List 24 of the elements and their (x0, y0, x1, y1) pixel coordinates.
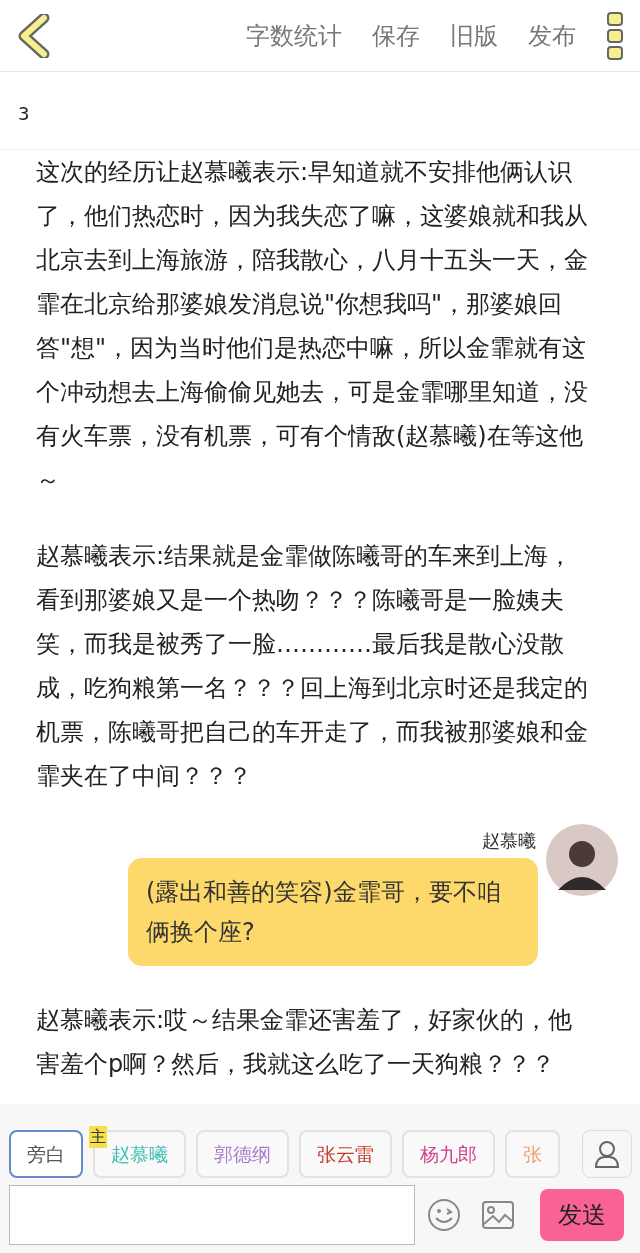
chapter-number: 3 (0, 72, 640, 150)
emoji-icon[interactable] (427, 1198, 461, 1232)
person-button[interactable] (582, 1130, 632, 1178)
role-tab[interactable]: 旁白 (9, 1130, 83, 1178)
person-icon (594, 1139, 620, 1169)
main-badge: 主 (89, 1126, 107, 1148)
role-tab[interactable]: 杨九郎 (402, 1130, 495, 1178)
role-tab[interactable]: 张云雷 (299, 1130, 392, 1178)
narration-text: 赵慕曦表示:哎～结果金霏还害羞了，好家伙的，他害羞个p啊？然后，我就这么吃了一天狗粮？？？ (35, 1005, 574, 1080)
speaker-name: 赵慕曦 (482, 829, 536, 853)
avatar (546, 824, 618, 896)
send-button[interactable]: 发送 (540, 1189, 624, 1241)
image-icon[interactable] (481, 1200, 515, 1230)
role-tab[interactable]: 郭德纲 (196, 1130, 289, 1178)
toolbar-action[interactable]: 保存 (372, 17, 420, 54)
narration-text: 赵慕曦表示:结果就是金霏做陈曦哥的车来到上海，看到那婆娘又是一个热吻？？？陈曦哥是一脸姨夫笑，而我是被秀了一脸…………最后我是散心没散成，吃狗粮第一名？？？回上海到北京时还是我定的机票，陈曦哥把自己的车开走了，而我被那婆娘和金霏夹在了中间？？？ (35, 541, 589, 792)
toolbar-action[interactable]: 发布 (528, 17, 576, 54)
message-input[interactable] (9, 1185, 415, 1245)
back-icon[interactable] (16, 13, 50, 58)
menu-icon[interactable] (606, 10, 624, 61)
speech-bubble: (露出和善的笑容)金霏哥，要不咱俩换个座? (128, 858, 538, 966)
narration-text: 这次的经历让赵慕曦表示:早知道就不安排他俩认识了，他们热恋时，因为我失恋了嘛，这婆娘就和我从北京去到上海旅游，陪我散心，八月十五头一天，金霏在北京给那婆娘发消息说"你想我吗"，那婆娘回答"想"，因为当时他们是热恋中嘛，所以金霏就有这个冲动想去上海偷偷见她去，可是金霏哪里知道，没有火车票，没有机票，可有个情敌(赵慕曦)在等这他～ (35, 157, 589, 496)
toolbar-action[interactable]: 旧版 (450, 17, 498, 54)
toolbar-action[interactable]: 字数统计 (246, 17, 342, 54)
